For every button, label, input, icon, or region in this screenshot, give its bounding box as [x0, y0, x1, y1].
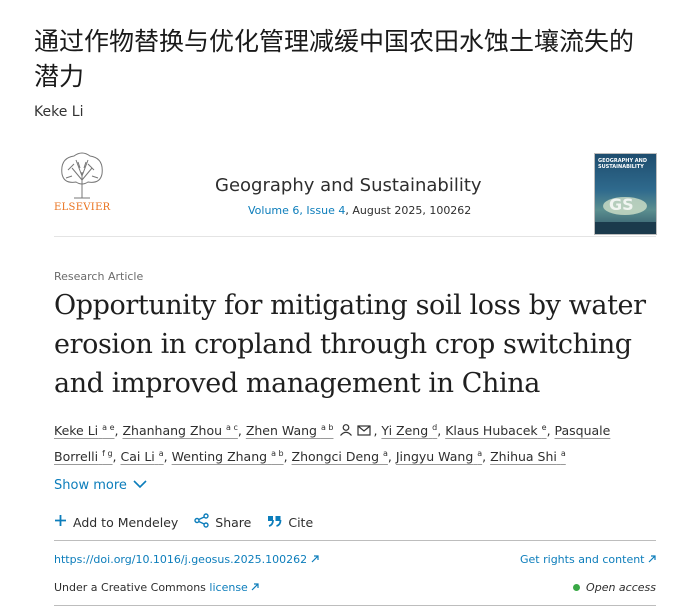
author-list: Keke Li a e, Zhanhang Zhou a c, Zhen Wan… [54, 417, 654, 468]
article-type: Research Article [54, 270, 144, 283]
add-to-mendeley-button[interactable]: Add to Mendeley [54, 514, 178, 530]
journal-cover[interactable]: GEOGRAPHY AND SUSTAINABILITY GS [594, 153, 657, 235]
author-link[interactable]: Jingyu Wang a [396, 449, 482, 464]
svg-text:GS: GS [609, 195, 634, 214]
show-more-button[interactable]: Show more [54, 478, 147, 493]
mail-icon[interactable] [357, 421, 372, 443]
person-icon [339, 421, 353, 443]
article-title: Opportunity for mitigating soil loss by … [54, 290, 646, 399]
blog-title: 通过作物替换与优化管理减缓中国农田水蚀土壤流失的潜力 [34, 27, 635, 91]
journal-header: ELSEVIER Geography and Sustainability Vo… [54, 150, 657, 237]
doi-link[interactable]: https://doi.org/10.1016/j.geosus.2025.10… [54, 553, 319, 566]
external-arrow-icon [251, 581, 259, 594]
share-button[interactable]: Share [194, 513, 251, 531]
author-link[interactable]: Zhongci Deng a [292, 449, 388, 464]
author-link[interactable]: Keke Li a e [54, 423, 115, 438]
rights-link[interactable]: Get rights and content [520, 553, 656, 566]
open-access-dot-icon [573, 584, 581, 591]
article-links: https://doi.org/10.1016/j.geosus.2025.10… [54, 540, 656, 606]
external-arrow-icon [311, 553, 319, 566]
share-icon [194, 513, 209, 531]
quote-icon [267, 515, 282, 530]
elsevier-tree-logo[interactable]: ELSEVIER [54, 150, 111, 213]
chevron-down-icon [133, 478, 147, 493]
author-link[interactable]: Zhen Wang a b [246, 423, 334, 438]
author-link[interactable]: Cai Li a [121, 449, 164, 464]
cite-label: Cite [288, 514, 314, 530]
open-access-label: Open access [586, 581, 656, 594]
author-link[interactable]: Yi Zeng d [381, 423, 437, 438]
author-link[interactable]: Klaus Hubacek e [445, 423, 546, 438]
license-link[interactable]: license [209, 581, 247, 594]
plus-icon [54, 514, 67, 530]
publisher-wordmark: ELSEVIER [54, 202, 111, 213]
journal-date-id: , August 2025, 100262 [345, 204, 472, 217]
show-more-label: Show more [54, 478, 127, 493]
journal-meta: Volume 6, Issue 4, August 2025, 100262 [248, 204, 471, 217]
volume-issue-link[interactable]: Volume 6, Issue 4 [248, 204, 345, 217]
cite-button[interactable]: Cite [267, 515, 313, 530]
article-actions: Add to Mendeley Share Cite [54, 513, 313, 531]
open-access-badge: Open access [573, 581, 656, 594]
add-to-mendeley-label: Add to Mendeley [73, 514, 179, 530]
license-statement: Under a Creative Commons license [54, 581, 259, 594]
author-link[interactable]: Zhihua Shi a [490, 449, 566, 464]
journal-name[interactable]: Geography and Sustainability [215, 175, 482, 196]
external-arrow-icon [648, 553, 656, 566]
blog-author: Keke Li [34, 104, 84, 120]
share-label: Share [215, 514, 252, 530]
author-link[interactable]: Zhanhang Zhou a c [122, 423, 237, 438]
author-link[interactable]: Wenting Zhang a b [172, 449, 284, 464]
